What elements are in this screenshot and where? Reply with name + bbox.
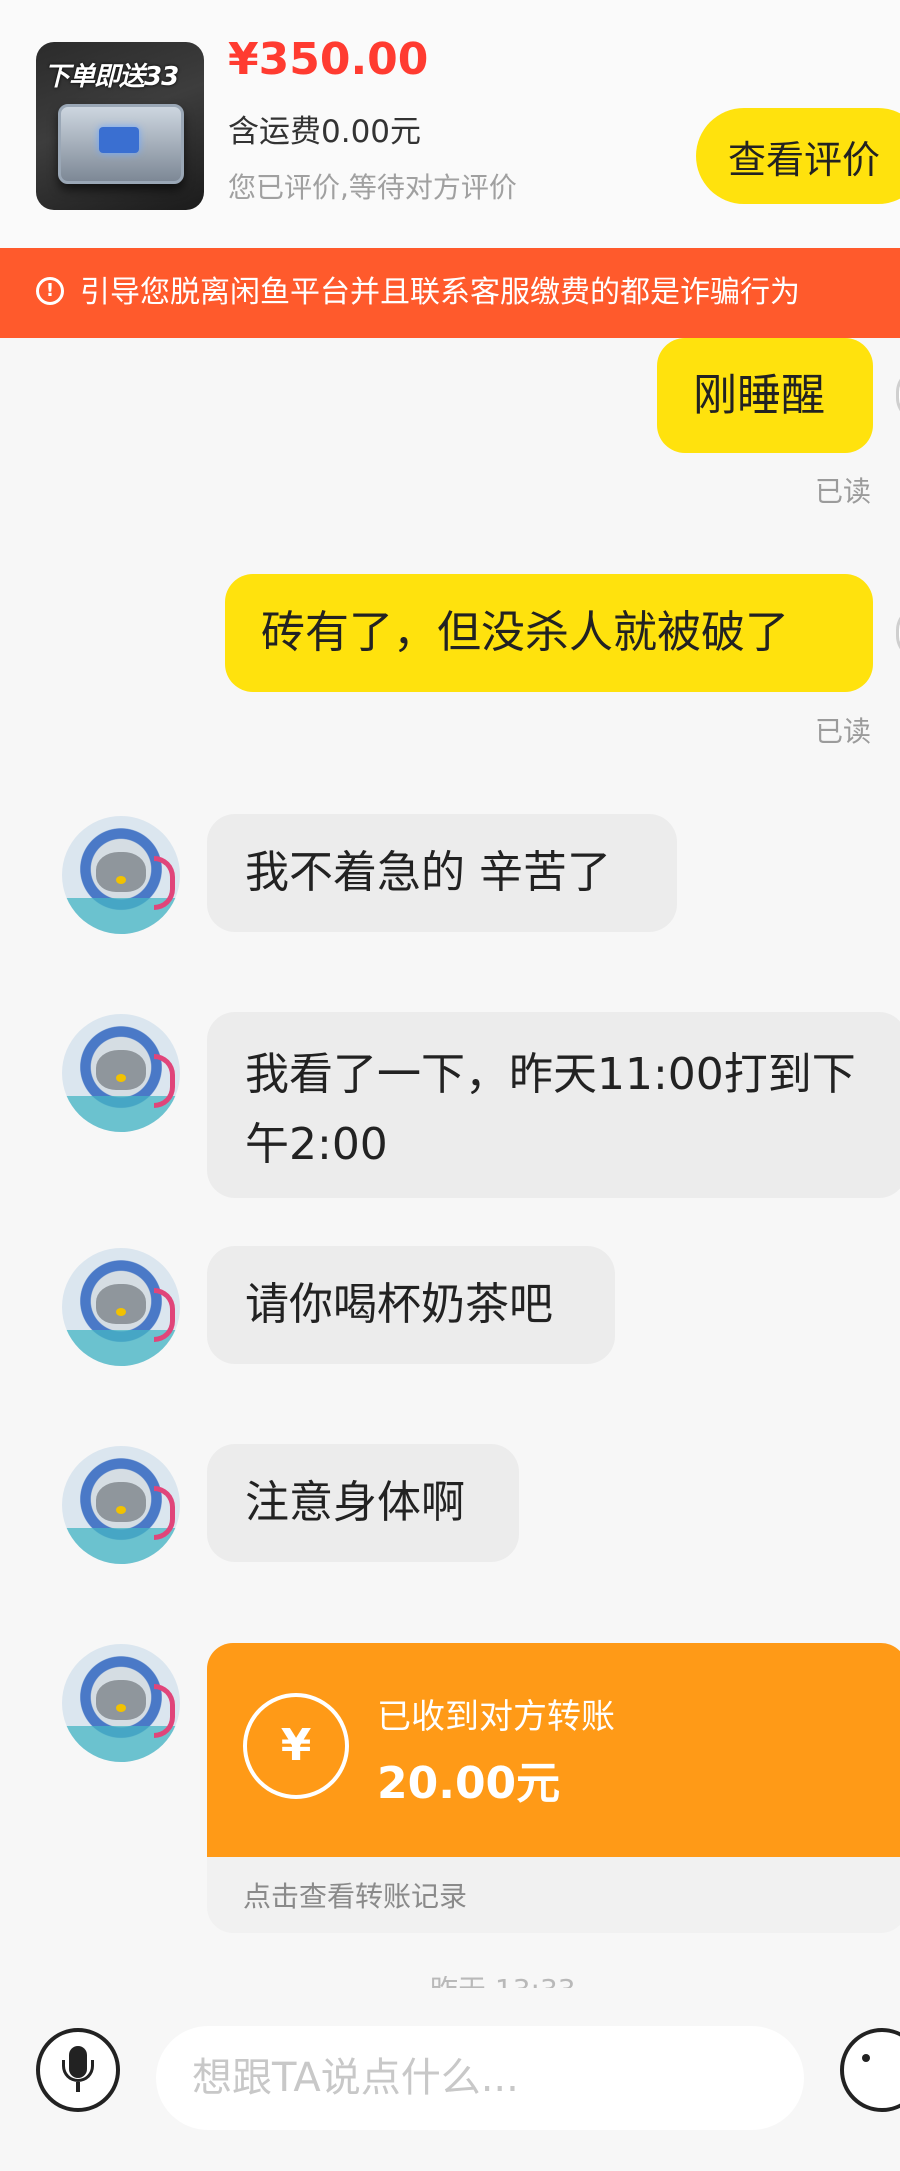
transfer-amount: 20.00元 (377, 1758, 561, 1809)
message-input[interactable]: 想跟TA说点什么... (156, 2026, 804, 2130)
message-bubble-received[interactable]: 请你喝杯奶茶吧 (207, 1246, 615, 1364)
message-text-line: 我看了一下，昨天11:00打到下 (245, 1049, 856, 1100)
read-receipt: 已读 (815, 475, 872, 508)
message-bubble-received[interactable]: 注意身体啊 (207, 1444, 519, 1562)
message-text: 请你喝杯奶茶吧 (245, 1279, 553, 1330)
read-receipt: 已读 (815, 715, 872, 748)
contact-avatar[interactable] (62, 1644, 180, 1762)
message-input-bar: 想跟TA说点什么... (0, 1988, 900, 2171)
message-text-line: 午2:00 (245, 1119, 388, 1170)
view-review-button[interactable]: 查看评价 (696, 108, 900, 204)
transfer-card[interactable]: ¥ 已收到对方转账 20.00元 点击查看转账记录 (207, 1643, 900, 1933)
contact-avatar[interactable] (62, 816, 180, 934)
product-image-box (58, 104, 184, 184)
message-text: 注意身体啊 (245, 1477, 465, 1528)
yen-circle-icon: ¥ (243, 1693, 349, 1799)
message-bubble-sent[interactable]: 砖有了，但没杀人就被破了 (225, 574, 873, 692)
emoji-icon[interactable] (840, 2028, 900, 2112)
contact-avatar[interactable] (62, 1446, 180, 1564)
transfer-record-link[interactable]: 点击查看转账记录 (243, 1875, 467, 1915)
contact-avatar[interactable] (62, 1248, 180, 1366)
contact-avatar[interactable] (62, 1014, 180, 1132)
chat-messages[interactable]: 刚睡醒 已读 砖有了，但没杀人就被破了 已读 我不着急的 辛苦了 我看了一下，昨… (0, 338, 900, 1994)
message-bubble-received[interactable]: 我不着急的 辛苦了 (207, 814, 677, 932)
product-header: 下单即送33 ¥350.00 含运费0.00元 您已评价,等待对方评价 查看评价 (0, 0, 900, 248)
message-text: 我不着急的 辛苦了 (245, 847, 611, 898)
thumbnail-promo-text: 下单即送33 (44, 62, 179, 92)
warning-text: 引导您脱离闲鱼平台并且联系客服缴费的都是诈骗行为 (80, 275, 800, 310)
message-bubble-sent[interactable]: 刚睡醒 (657, 338, 873, 453)
shipping-fee: 含运费0.00元 (228, 114, 422, 150)
product-thumbnail[interactable]: 下单即送33 (36, 42, 204, 210)
message-text: 砖有了，但没杀人就被破了 (261, 607, 789, 658)
message-bubble-received[interactable]: 我看了一下，昨天11:00打到下 午2:00 (207, 1012, 900, 1198)
transfer-card-header: ¥ 已收到对方转账 20.00元 (207, 1643, 900, 1857)
review-status: 您已评价,等待对方评价 (228, 171, 517, 204)
transfer-title: 已收到对方转账 (377, 1697, 615, 1737)
my-avatar-partial[interactable] (896, 606, 900, 660)
exclamation-circle-icon: ! (36, 277, 64, 305)
my-avatar-partial[interactable] (896, 368, 900, 422)
fraud-warning-banner[interactable]: ! 引导您脱离闲鱼平台并且联系客服缴费的都是诈骗行为 (0, 248, 900, 338)
product-price: ¥350.00 (228, 34, 429, 85)
microphone-icon[interactable] (36, 2028, 120, 2112)
message-text: 刚睡醒 (693, 370, 825, 421)
